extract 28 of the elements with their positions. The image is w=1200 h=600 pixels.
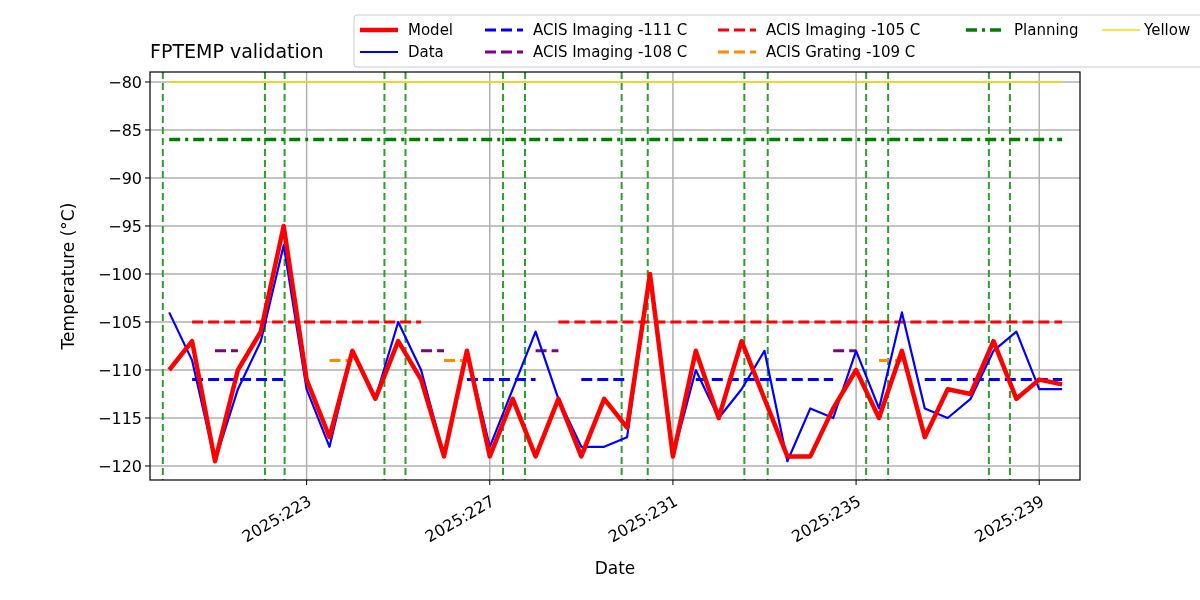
legend-label: Yellow <box>1144 21 1191 39</box>
legend-line <box>966 28 1004 32</box>
y-tick-label: −85 <box>108 121 142 140</box>
y-tick-label: −80 <box>108 73 142 92</box>
legend-label: ACIS Grating -109 C <box>766 43 916 61</box>
y-tick-label: −95 <box>108 217 142 236</box>
legend-line <box>718 50 756 54</box>
y-tick-label: −90 <box>108 169 142 188</box>
legend-line <box>1101 29 1141 31</box>
legend-line <box>718 28 756 32</box>
y-tick-label: −120 <box>98 457 142 476</box>
legend-label: ACIS Imaging -105 C <box>766 21 921 39</box>
legend-label: Data <box>408 43 444 61</box>
y-axis-label: Temperature (°C) <box>58 202 78 350</box>
legend-label: Planning <box>1014 21 1079 39</box>
legend-label: Model <box>408 21 454 39</box>
legend-label: ACIS Imaging -111 C <box>533 21 688 39</box>
legend-line <box>360 27 398 33</box>
legend-line <box>360 50 398 54</box>
y-tick-label: −115 <box>98 409 142 428</box>
x-axis-label: Date <box>594 558 636 578</box>
legend-label: ACIS Imaging -108 C <box>533 43 688 61</box>
legend-line <box>485 50 523 54</box>
chart-title: FPTEMP validation <box>150 40 324 62</box>
y-tick-label: −105 <box>98 313 142 332</box>
y-tick-label: −110 <box>98 361 142 380</box>
legend-line <box>485 28 523 32</box>
y-tick-label: −100 <box>98 265 142 284</box>
